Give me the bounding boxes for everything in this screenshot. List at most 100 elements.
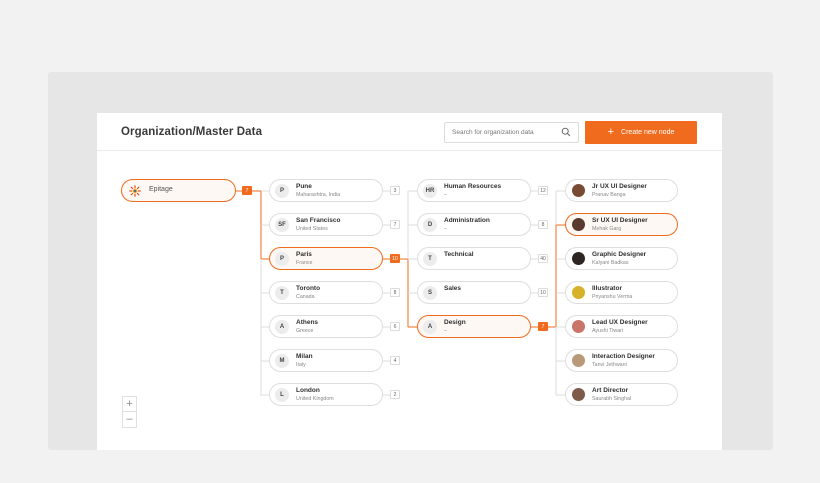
avatar	[572, 252, 585, 265]
person-role: Art Director	[592, 387, 629, 394]
root-node-label: Epitage	[149, 186, 173, 193]
avatar	[572, 218, 585, 231]
department-count-badge[interactable]: 8	[538, 220, 548, 229]
department-name: Sales	[444, 285, 461, 292]
avatar	[572, 388, 585, 401]
root-node-epitage[interactable]: Epitage	[121, 179, 236, 202]
department-count-badge[interactable]: 40	[538, 254, 548, 263]
epitage-logo-icon	[129, 185, 141, 197]
city-region: Canada	[296, 294, 315, 300]
person-node[interactable]: Lead UX Designer Ayushi Tiwari	[565, 315, 678, 338]
person-node[interactable]: Illustrator Priyanshu Verma	[565, 281, 678, 304]
person-name: Kalyani Badkas	[592, 260, 629, 266]
city-name: Paris	[296, 251, 312, 258]
create-node-button[interactable]: + Create new node	[585, 121, 697, 144]
create-node-label: Create new node	[621, 129, 675, 136]
person-node[interactable]: Interaction Designer Tanvi Jethwani	[565, 349, 678, 372]
org-chart: Epitage 7 P Pune Maharashtra, India 3 SF…	[97, 151, 722, 450]
city-initials: P	[275, 252, 289, 266]
city-node[interactable]: P Pune Maharashtra, India	[269, 179, 383, 202]
avatar	[572, 320, 585, 333]
department-node[interactable]: HR Human Resources –	[417, 179, 531, 202]
department-count-badge[interactable]: 10	[538, 288, 548, 297]
search-box[interactable]	[444, 122, 579, 143]
zoom-out-icon[interactable]: –	[122, 412, 137, 428]
city-count-badge[interactable]: 7	[390, 220, 400, 229]
search-icon[interactable]	[561, 127, 571, 137]
city-name: Milan	[296, 353, 313, 360]
city-name: Pune	[296, 183, 312, 190]
city-count-badge[interactable]: 3	[390, 186, 400, 195]
department-count-badge[interactable]: 12	[538, 186, 548, 195]
city-count-badge[interactable]: 4	[390, 356, 400, 365]
person-name: Ayushi Tiwari	[592, 328, 624, 334]
department-initials: A	[423, 320, 437, 334]
person-name: Pranav Banga	[592, 192, 626, 198]
city-region: France	[296, 260, 313, 266]
city-node[interactable]: L London United Kingdom	[269, 383, 383, 406]
city-node[interactable]: T Toronto Canada	[269, 281, 383, 304]
avatar	[572, 184, 585, 197]
person-role: Lead UX Designer	[592, 319, 648, 326]
root-count-badge[interactable]: 7	[242, 186, 252, 195]
person-name: Priyanshu Verma	[592, 294, 633, 300]
city-node[interactable]: SF San Francisco United States	[269, 213, 383, 236]
department-name: Design	[444, 319, 466, 326]
department-initials: HR	[423, 184, 437, 198]
department-name: Human Resources	[444, 183, 502, 190]
person-name: Saurabh Singhal	[592, 396, 632, 402]
department-sub: –	[444, 226, 447, 232]
department-node-selected[interactable]: A Design –	[417, 315, 531, 338]
plus-icon: +	[607, 126, 615, 138]
city-initials: M	[275, 354, 289, 368]
city-initials: SF	[275, 218, 289, 232]
city-count-badge[interactable]: 8	[390, 288, 400, 297]
person-role: Sr UX UI Designer	[592, 217, 648, 224]
zoom-in-icon[interactable]: +	[122, 396, 137, 412]
city-count-badge[interactable]: 2	[390, 390, 400, 399]
person-name: Tanvi Jethwani	[592, 362, 627, 368]
city-node[interactable]: A Athens Greece	[269, 315, 383, 338]
zoom-controls: + –	[122, 396, 137, 429]
search-input[interactable]	[445, 123, 557, 142]
person-role: Graphic Designer	[592, 251, 647, 258]
city-initials: T	[275, 286, 289, 300]
department-sub: –	[444, 192, 447, 198]
department-node[interactable]: T Technical	[417, 247, 531, 270]
department-name: Administration	[444, 217, 490, 224]
canvas-background: Organization/Master Data + Create new no…	[48, 72, 773, 450]
city-region: United Kingdom	[296, 396, 334, 402]
department-initials: T	[423, 252, 437, 266]
person-node[interactable]: Jr UX UI Designer Pranav Banga	[565, 179, 678, 202]
person-node[interactable]: Graphic Designer Kalyani Badkas	[565, 247, 678, 270]
city-node-selected[interactable]: P Paris France	[269, 247, 383, 270]
department-sub: –	[444, 328, 447, 334]
person-role: Jr UX UI Designer	[592, 183, 647, 190]
header: Organization/Master Data + Create new no…	[97, 113, 722, 151]
avatar	[572, 354, 585, 367]
avatar	[572, 286, 585, 299]
city-name: San Francisco	[296, 217, 341, 224]
person-name: Mehak Garg	[592, 226, 622, 232]
department-name: Technical	[444, 251, 474, 258]
city-initials: P	[275, 184, 289, 198]
department-node[interactable]: S Sales	[417, 281, 531, 304]
city-count-badge[interactable]: 10	[390, 254, 400, 263]
city-count-badge[interactable]: 6	[390, 322, 400, 331]
department-initials: S	[423, 286, 437, 300]
org-chart-card: Organization/Master Data + Create new no…	[97, 113, 722, 450]
person-node[interactable]: Art Director Saurabh Singhal	[565, 383, 678, 406]
department-initials: D	[423, 218, 437, 232]
person-role: Interaction Designer	[592, 353, 655, 360]
city-name: Athens	[296, 319, 319, 326]
city-initials: L	[275, 388, 289, 402]
person-role: Illustrator	[592, 285, 622, 292]
city-node[interactable]: M Milan Italy	[269, 349, 383, 372]
city-region: Italy	[296, 362, 306, 368]
city-name: London	[296, 387, 320, 394]
department-node[interactable]: D Administration –	[417, 213, 531, 236]
person-node-selected[interactable]: Sr UX UI Designer Mehak Garg	[565, 213, 678, 236]
department-count-badge[interactable]: 7	[538, 322, 548, 331]
city-name: Toronto	[296, 285, 321, 292]
city-region: Greece	[296, 328, 314, 334]
